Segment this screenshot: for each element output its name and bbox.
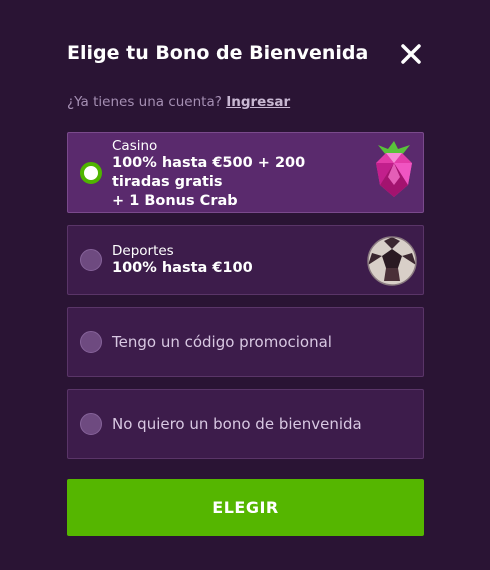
login-link[interactable]: Ingresar: [226, 94, 290, 110]
bonus-option-casino[interactable]: Casino 100% hasta €500 + 200 tiradas gra…: [67, 132, 424, 213]
option-text-no-bonus: No quiero un bono de bienvenida: [112, 415, 362, 433]
radio-casino[interactable]: [80, 162, 102, 184]
choose-button[interactable]: ELEGIR: [67, 479, 424, 536]
close-icon: [401, 44, 421, 64]
close-button[interactable]: [398, 41, 424, 67]
option-category-casino: Casino: [112, 138, 158, 154]
bonus-option-deportes[interactable]: Deportes 100% hasta €100: [67, 225, 424, 295]
bonus-option-promo-code[interactable]: Tengo un código promocional: [67, 307, 424, 377]
radio-promo-code[interactable]: [80, 331, 102, 353]
modal-title: Elige tu Bono de Bienvenida: [67, 42, 369, 64]
soccer-ball-icon: [367, 236, 417, 286]
radio-no-bonus[interactable]: [80, 413, 102, 435]
radio-deportes[interactable]: [80, 249, 102, 271]
option-category-deportes: Deportes: [112, 243, 174, 259]
raspberry-gem-icon: [376, 141, 412, 197]
bonus-option-no-bonus[interactable]: No quiero un bono de bienvenida: [67, 389, 424, 459]
option-text-promo-code: Tengo un código promocional: [112, 333, 332, 351]
login-prompt-text: ¿Ya tienes una cuenta?: [67, 94, 222, 110]
login-prompt-line: ¿Ya tienes una cuenta? Ingresar: [67, 94, 290, 110]
option-offer-casino: 100% hasta €500 + 200 tiradas gratis + 1…: [112, 155, 306, 209]
option-offer-deportes: 100% hasta €100: [112, 260, 253, 276]
